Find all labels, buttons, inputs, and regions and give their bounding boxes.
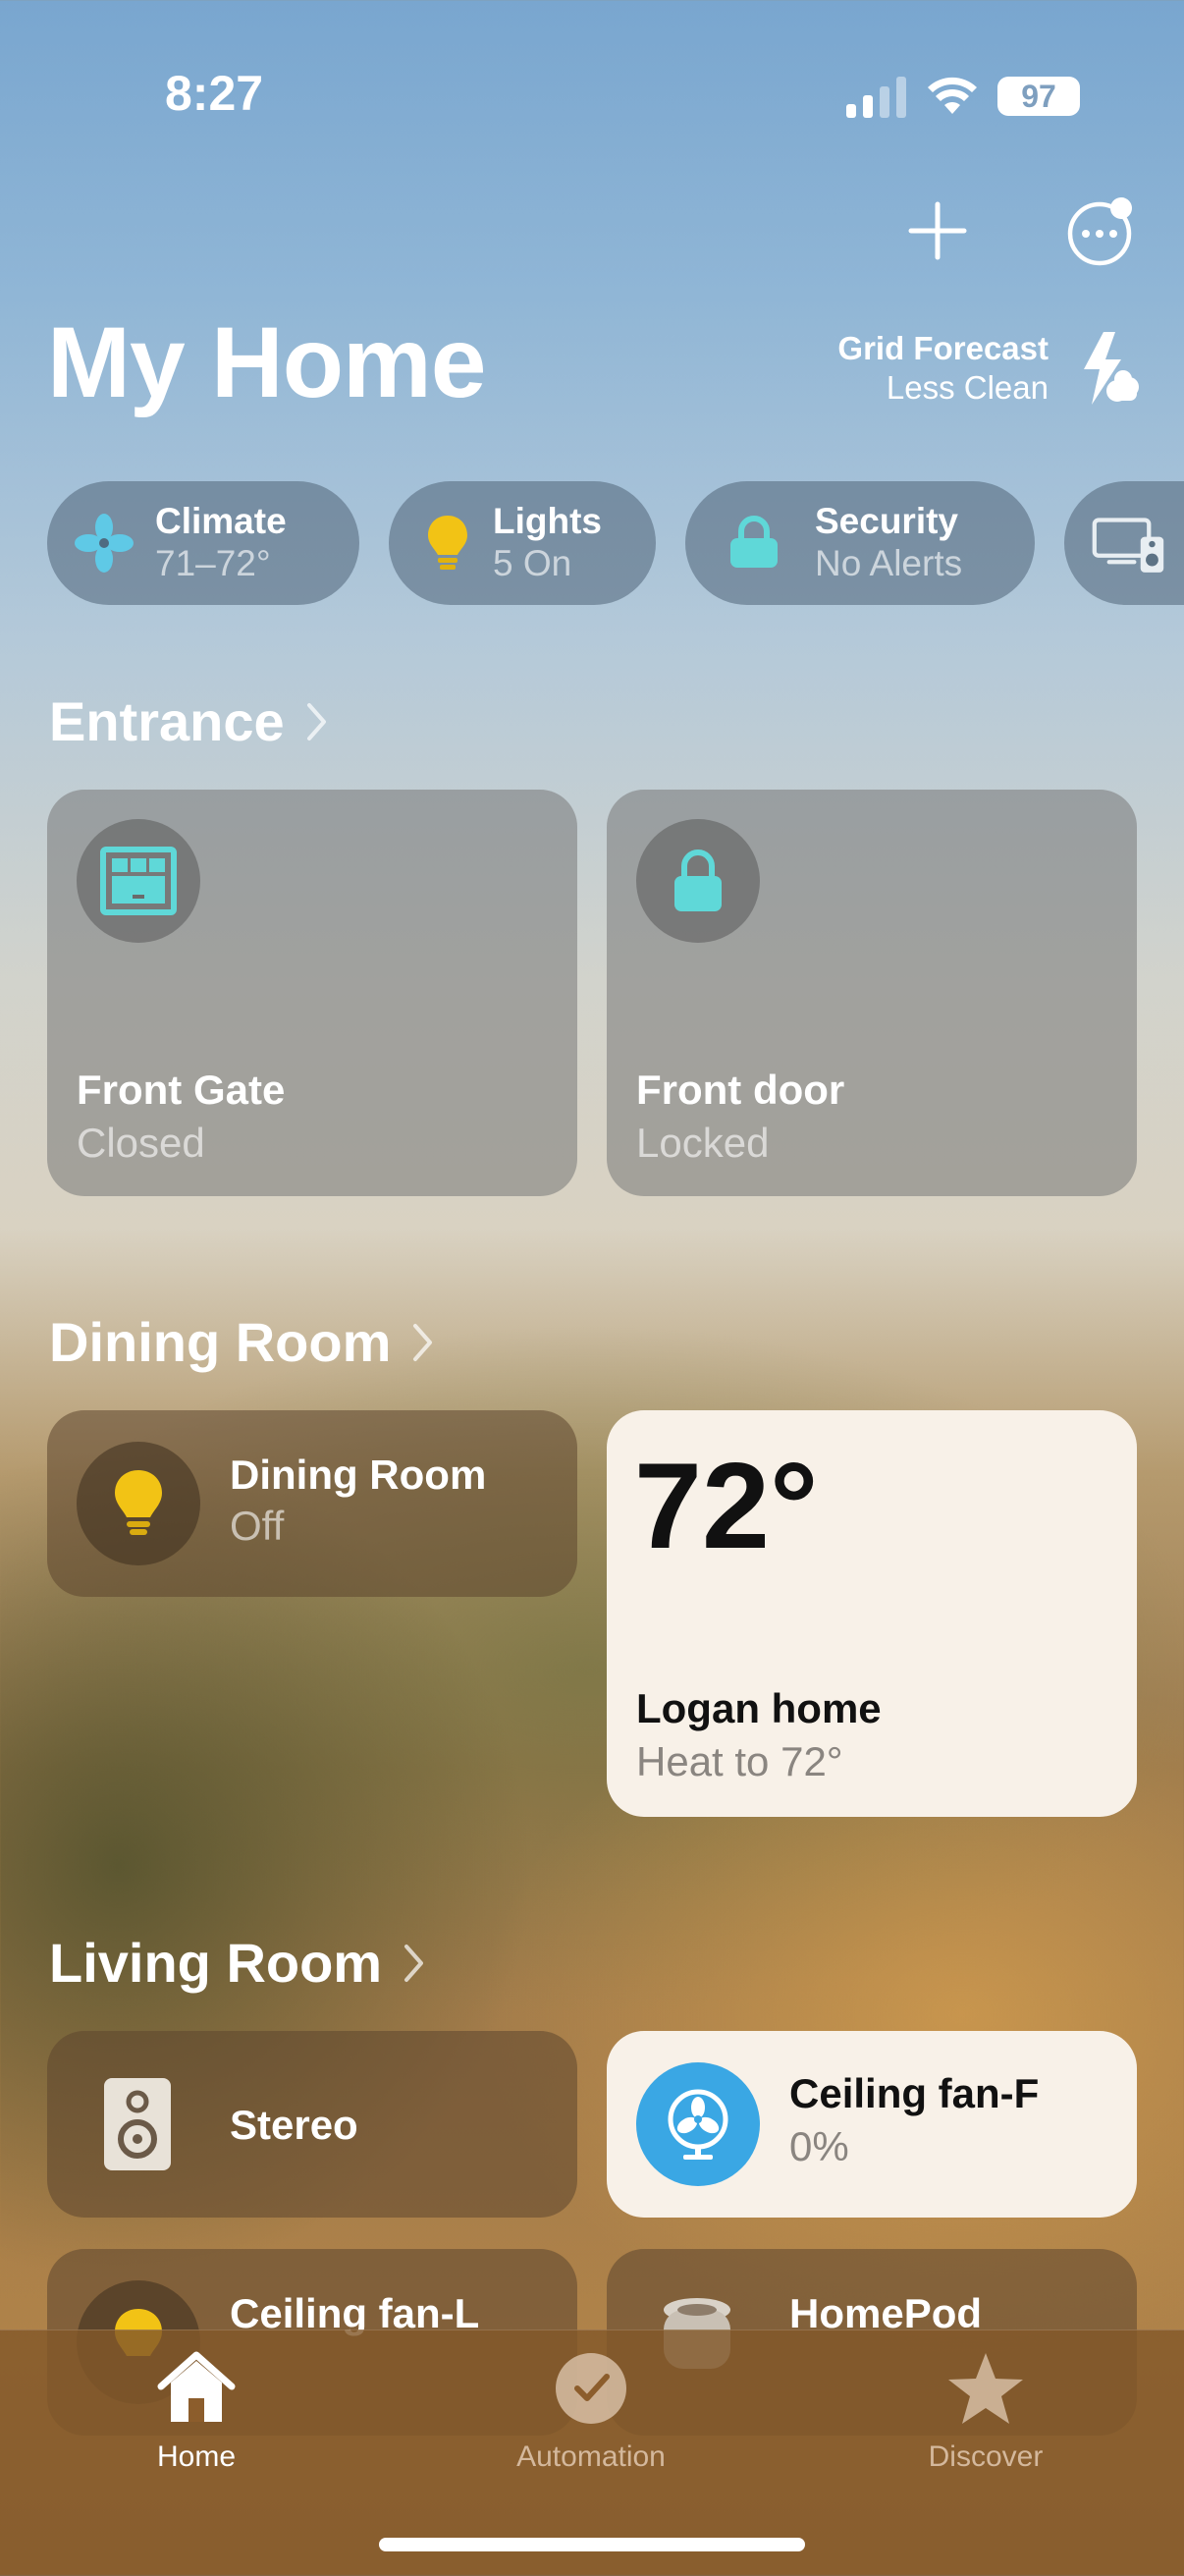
battery-indicator: 97 xyxy=(997,77,1080,116)
tile-name: Front door xyxy=(636,1067,845,1113)
tab-label: Automation xyxy=(516,2440,666,2473)
accessory-tile-stereo[interactable]: Stereo xyxy=(47,2031,577,2218)
chevron-right-icon xyxy=(413,1323,433,1361)
section-dining-room[interactable]: Dining Room xyxy=(49,1310,434,1374)
tile-icon-circle xyxy=(77,819,200,943)
category-label: Lights xyxy=(493,501,602,542)
category-chip-speakers-tv[interactable] xyxy=(1064,481,1184,605)
tile-icon-circle xyxy=(636,819,760,943)
speakers-tv-icon xyxy=(1092,518,1164,573)
tile-state: 0% xyxy=(789,2123,849,2169)
tile-state: Closed xyxy=(77,1120,205,1166)
tile-icon-circle xyxy=(77,1442,200,1565)
status-time: 8:27 xyxy=(165,66,264,121)
category-label: Security xyxy=(815,501,959,542)
more-options-button[interactable] xyxy=(1064,196,1137,269)
thermostat-tile-logan-home[interactable]: 72° Logan home Heat to 72° xyxy=(607,1410,1137,1817)
speaker-icon xyxy=(104,2078,171,2170)
accessory-tile-front-door[interactable]: Front door Locked xyxy=(607,790,1137,1196)
garage-door-icon xyxy=(100,847,177,915)
category-label: Climate xyxy=(155,501,287,542)
section-title: Living Room xyxy=(49,1932,383,1994)
section-title: Entrance xyxy=(49,690,285,752)
battery-tip xyxy=(1074,89,1080,105)
category-chip-climate[interactable]: Climate 71–72° xyxy=(47,481,359,605)
tab-home[interactable]: Home xyxy=(79,2349,314,2474)
home-icon xyxy=(157,2351,236,2422)
fan-icon xyxy=(75,514,134,573)
tile-state: Locked xyxy=(636,1120,770,1166)
page-title: My Home xyxy=(47,306,486,418)
grid-forecast-icon xyxy=(1084,332,1139,405)
section-entrance[interactable]: Entrance xyxy=(49,689,328,753)
grid-forecast-subtitle: Less Clean xyxy=(886,369,1049,406)
tab-automation[interactable]: Automation xyxy=(473,2349,709,2474)
cellular-signal-icon xyxy=(846,77,906,118)
lock-icon xyxy=(674,850,722,911)
category-chip-security[interactable]: Security No Alerts xyxy=(685,481,1035,605)
tab-label: Home xyxy=(156,2440,237,2473)
tile-name: Ceiling fan-F xyxy=(789,2070,1040,2116)
category-chip-lights[interactable]: Lights 5 On xyxy=(389,481,656,605)
section-title: Dining Room xyxy=(49,1311,392,1373)
tile-icon-circle xyxy=(636,2062,760,2186)
accessory-tile-ceiling-fan-f[interactable]: Ceiling fan-F 0% xyxy=(607,2031,1137,2218)
category-value: 5 On xyxy=(493,543,572,583)
grid-forecast-title: Grid Forecast xyxy=(837,330,1049,366)
section-living-room[interactable]: Living Room xyxy=(49,1931,425,1995)
tile-name: Dining Room xyxy=(230,1452,487,1498)
chevron-right-icon xyxy=(404,1944,424,1982)
thermostat-temperature: 72° xyxy=(634,1439,819,1574)
fan-icon xyxy=(668,2089,728,2160)
tab-label: Discover xyxy=(928,2440,1044,2473)
accessory-tile-front-gate[interactable]: Front Gate Closed xyxy=(47,790,577,1196)
wifi-icon xyxy=(928,77,977,114)
category-value: 71–72° xyxy=(155,543,271,583)
tab-discover[interactable]: Discover xyxy=(868,2349,1103,2474)
tile-name: Stereo xyxy=(230,2102,358,2148)
category-value: No Alerts xyxy=(815,543,963,583)
tile-state: Off xyxy=(230,1503,285,1549)
tile-name: Front Gate xyxy=(77,1067,286,1113)
clock-check-icon xyxy=(556,2353,626,2424)
lock-icon xyxy=(730,516,778,568)
lightbulb-icon xyxy=(428,516,467,570)
star-icon xyxy=(948,2353,1023,2424)
home-indicator xyxy=(379,2538,805,2551)
tile-name: Logan home xyxy=(636,1685,882,1731)
lightbulb-icon xyxy=(115,1470,162,1535)
tile-state: Heat to 72° xyxy=(636,1738,843,1784)
add-button[interactable] xyxy=(903,196,972,265)
chevron-right-icon xyxy=(306,702,326,740)
accessory-tile-dining-room-light[interactable]: Dining Room Off xyxy=(47,1410,577,1597)
